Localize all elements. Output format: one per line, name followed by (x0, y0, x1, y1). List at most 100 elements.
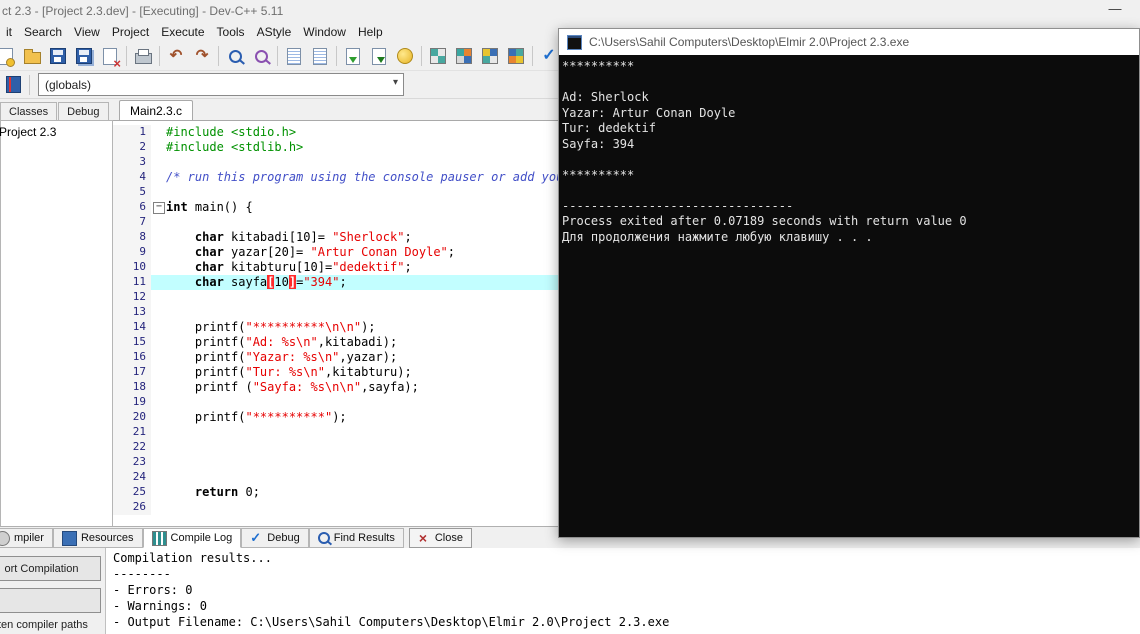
line-number: 3 (113, 155, 151, 170)
redo-button[interactable]: ↷ (189, 44, 215, 68)
chevron-down-icon[interactable]: ▾ (393, 77, 398, 88)
fold-gutter (151, 365, 166, 380)
save-button[interactable] (45, 44, 71, 68)
line-number: 21 (113, 425, 151, 440)
rebuild-button[interactable] (366, 44, 392, 68)
console-output[interactable]: ********** Ad: Sherlock Yazar: Artur Cona… (559, 55, 1139, 537)
resources-icon (61, 530, 77, 546)
line-number: 24 (113, 470, 151, 485)
bottom-tab-mpiler[interactable]: mpiler (0, 528, 53, 548)
check-icon: ✓ (542, 47, 556, 64)
menu-item-view[interactable]: View (68, 23, 106, 41)
toolbar-separator (159, 46, 160, 66)
console-line: Для продолжения нажмите любую клавишу . … (562, 229, 873, 244)
globals-combobox[interactable]: (globals) ▾ (38, 73, 404, 96)
menu-item-execute[interactable]: Execute (155, 23, 210, 41)
fold-gutter (151, 470, 166, 485)
screen: ct 2.3 - [Project 2.3.dev] - [Executing]… (0, 0, 1140, 634)
bottom-tab-label: Find Results (333, 532, 395, 544)
bottom-tab-debug[interactable]: Debug (241, 528, 309, 548)
replace-icon (254, 49, 268, 63)
window-title: ct 2.3 - [Project 2.3.dev] - [Executing]… (2, 4, 284, 18)
abort-compilation-button[interactable]: ort Compilation (0, 556, 101, 581)
compile-icon (346, 47, 360, 65)
save-all-button[interactable] (71, 44, 97, 68)
line-number: 17 (113, 365, 151, 380)
package-manager-icon (508, 48, 524, 64)
line-number: 25 (113, 485, 151, 500)
minimize-button[interactable]: — (1100, 0, 1130, 20)
fold-gutter (151, 260, 166, 275)
remove-from-project-button[interactable] (451, 44, 477, 68)
bottom-tab-label: Close (434, 532, 463, 544)
swap-editor-button[interactable] (307, 44, 333, 68)
menu-item-it[interactable]: it (0, 23, 18, 41)
remove-from-project-icon (456, 48, 472, 64)
line-number: 23 (113, 455, 151, 470)
line-number: 11 (113, 275, 151, 290)
close-icon (418, 530, 431, 546)
side-tabs: Classes Debug (0, 98, 113, 120)
tree-item-project[interactable]: Project 2.3 (0, 125, 112, 139)
new-source-button[interactable] (0, 44, 19, 68)
line-number: 5 (113, 185, 151, 200)
bottom-tab-find-results[interactable]: Find Results (308, 528, 404, 548)
side-tab-debug[interactable]: Debug (58, 102, 109, 120)
line-number: 8 (113, 230, 151, 245)
class-browser-button[interactable] (0, 73, 26, 97)
console-line: Yazar: Artur Conan Doyle (562, 105, 736, 120)
goto-line-button[interactable] (281, 44, 307, 68)
menu-item-window[interactable]: Window (297, 23, 352, 41)
compile-log-panel: ort Compilation ten compiler paths Compi… (0, 548, 1140, 634)
console-title-bar[interactable]: C:\Users\Sahil Computers\Desktop\Elmir 2… (559, 29, 1139, 55)
log-line: - Errors: 0 (113, 583, 193, 597)
secondary-compilation-button[interactable] (0, 588, 101, 613)
toolbar-separator (336, 46, 337, 66)
menu-item-project[interactable]: Project (106, 23, 155, 41)
line-number: 18 (113, 380, 151, 395)
editor-tab-main23c[interactable]: Main2.3.c (119, 100, 194, 120)
print-icon (134, 49, 152, 64)
fold-toggle-icon[interactable]: − (153, 202, 165, 214)
replace-button[interactable] (248, 44, 274, 68)
run-button[interactable] (392, 44, 418, 68)
bottom-panel: mpiler Resources Compile Log Debug Find Resu… (0, 526, 1140, 634)
compile-button[interactable] (340, 44, 366, 68)
menu-item-help[interactable]: Help (352, 23, 389, 41)
compiler-icon (0, 530, 10, 546)
log-line: - Output Filename: C:\Users\Sahil Comput… (113, 615, 670, 629)
run-icon (397, 48, 413, 64)
compile-log-output: Compilation results... -------- - Errors: … (107, 548, 1140, 634)
globals-combobox-value: (globals) (45, 77, 92, 92)
bottom-tab-resources[interactable]: Resources (52, 528, 143, 548)
console-title-text: C:\Users\Sahil Computers\Desktop\Elmir 2… (589, 35, 910, 49)
log-line: -------- (113, 567, 171, 581)
package-manager-button[interactable] (503, 44, 529, 68)
line-number: 4 (113, 170, 151, 185)
menu-item-search[interactable]: Search (18, 23, 68, 41)
project-tree: Project 2.3 (0, 120, 113, 527)
fold-gutter (151, 290, 166, 305)
debug-icon (250, 530, 263, 546)
bottom-tab-compile-log[interactable]: Compile Log (142, 528, 242, 548)
menu-item-tools[interactable]: Tools (211, 23, 251, 41)
side-tab-classes[interactable]: Classes (0, 102, 58, 120)
menu-item-astyle[interactable]: AStyle (251, 23, 298, 41)
bottom-tab-close[interactable]: Close (408, 528, 472, 548)
line-number: 7 (113, 215, 151, 230)
shorten-compiler-paths-label[interactable]: ten compiler paths (0, 619, 88, 631)
print-button[interactable] (130, 44, 156, 68)
project-options-button[interactable] (477, 44, 503, 68)
close-file-button[interactable] (97, 44, 123, 71)
add-to-project-button[interactable] (425, 44, 451, 68)
line-number: 12 (113, 290, 151, 305)
fold-gutter (151, 305, 166, 320)
fold-gutter (151, 320, 166, 335)
find-button[interactable] (222, 44, 248, 68)
line-number: 2 (113, 140, 151, 155)
open-file-button[interactable] (19, 44, 45, 68)
project-options-icon (482, 48, 498, 64)
fold-gutter (151, 395, 166, 410)
undo-button[interactable]: ↶ (163, 44, 189, 68)
